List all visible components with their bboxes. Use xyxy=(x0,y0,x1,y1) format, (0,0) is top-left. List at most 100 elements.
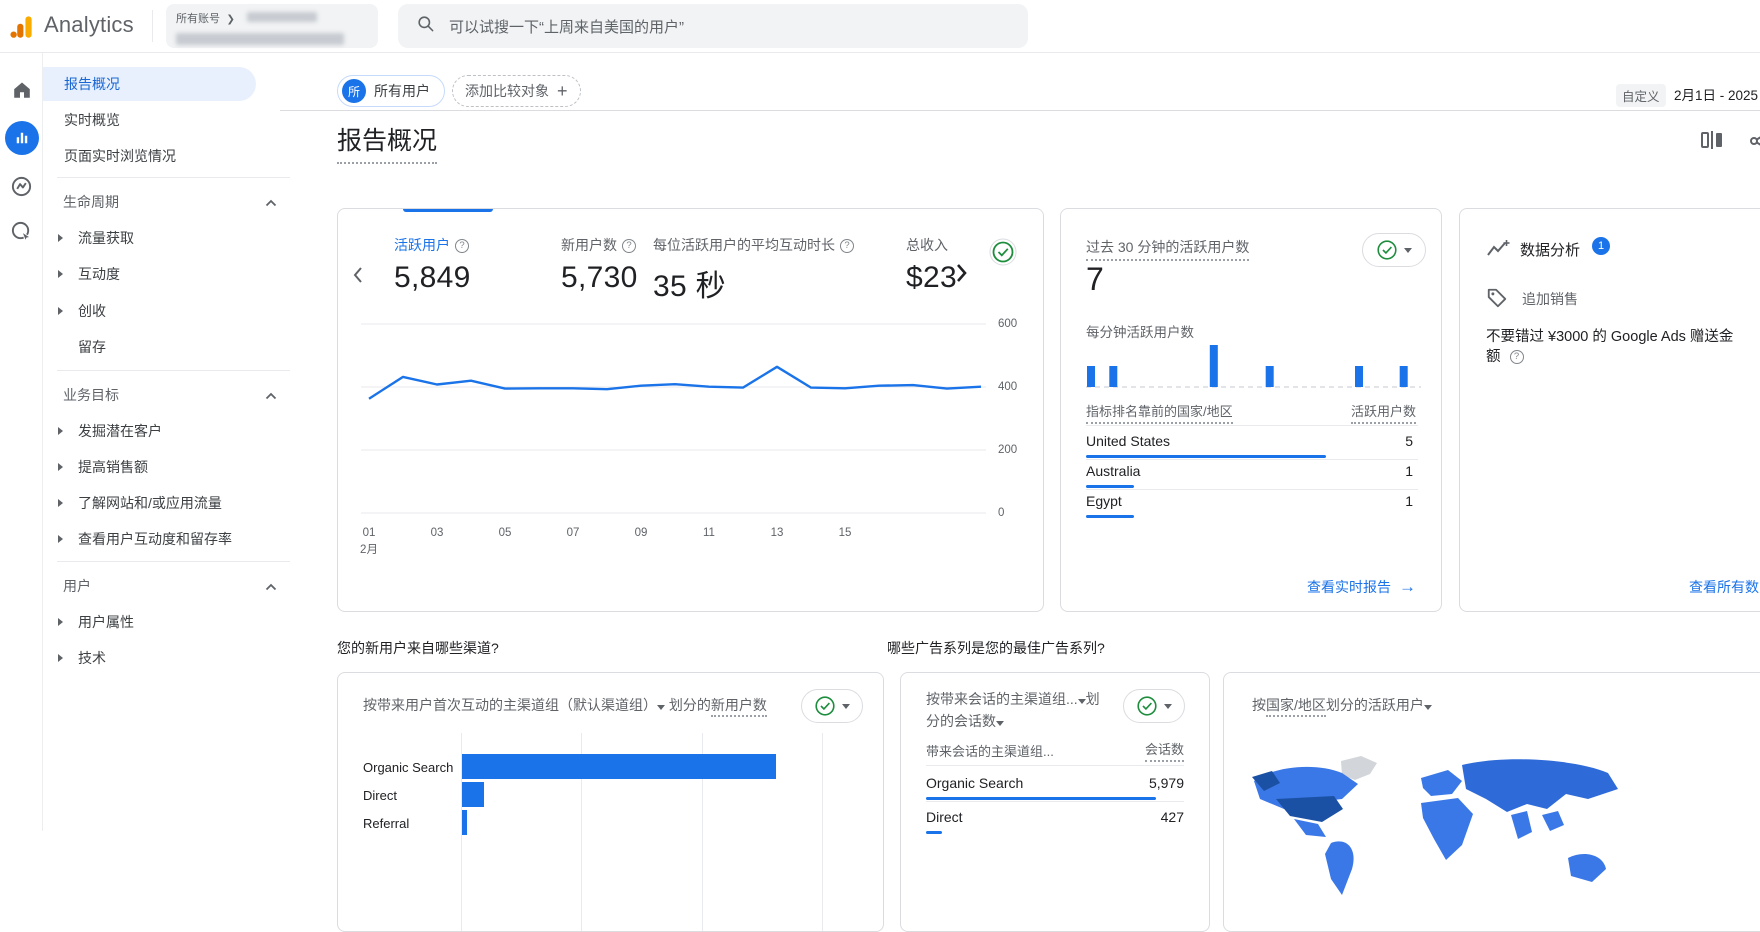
channel-bar-label: Referral xyxy=(363,816,409,831)
reports-sidebar: 报告概况 实时概览 页面实时浏览情况 生命周期 流量获取 互动度 创收 留存 业… xyxy=(43,53,280,831)
sessions-col2-header[interactable]: 会话数 xyxy=(1145,739,1184,762)
realtime-country-bar xyxy=(1086,515,1134,518)
metric-value: $23 xyxy=(906,261,957,295)
tag-icon xyxy=(1486,287,1508,314)
sidebar-item-label: 互动度 xyxy=(78,264,120,284)
channels-title-prefix: 按带来用户首次互动的主渠道组（默认渠道组） xyxy=(363,697,657,713)
date-range-mode-badge[interactable]: 自定义 xyxy=(1616,84,1666,107)
data-quality-check-icon[interactable] xyxy=(988,237,1018,272)
search-input[interactable]: 可以试搜一下“上周来自美国的用户” xyxy=(398,4,1028,48)
chevron-down-icon[interactable] xyxy=(1078,699,1086,704)
comparison-panel-icon[interactable] xyxy=(1700,129,1726,155)
y-axis-tick: 200 xyxy=(998,444,1017,456)
active-metric-tab-indicator xyxy=(403,209,493,212)
map-title-geo[interactable]: 国家/地区 xyxy=(1266,697,1326,717)
app-header: Analytics 所有账号 ❯ 可以试搜一下“上周来自美国的用户” xyxy=(0,0,1760,53)
carousel-next-chevron-icon[interactable] xyxy=(954,261,968,290)
sidebar-section-lifecycle[interactable]: 生命周期 xyxy=(43,186,256,218)
sidebar-item-tech[interactable]: 技术 xyxy=(43,642,256,674)
sidebar-item-retention[interactable]: 留存 xyxy=(43,331,256,363)
chevron-down-icon xyxy=(842,704,850,709)
chevron-down-icon[interactable] xyxy=(996,721,1004,726)
sessions-title-line1: 按带来会话的主渠道组... xyxy=(926,691,1078,707)
sidebar-item-engagement[interactable]: 互动度 xyxy=(43,258,256,290)
share-icon[interactable] xyxy=(1748,129,1760,155)
metric-tab-active-users[interactable]: 活跃用户? 5,849 xyxy=(394,235,471,295)
view-realtime-report-link[interactable]: 查看实时报告 → xyxy=(1307,577,1416,597)
channels-title-mid: 划分的 xyxy=(669,697,711,713)
session-channel-value: 427 xyxy=(1161,809,1184,825)
realtime-country-value: 1 xyxy=(1405,463,1413,479)
metric-tab-new-users[interactable]: 新用户数? 5,730 xyxy=(561,235,638,295)
sidebar-section-user[interactable]: 用户 xyxy=(43,570,256,602)
toolbar-divider xyxy=(280,110,1760,111)
account-picker[interactable]: 所有账号 ❯ xyxy=(166,4,378,48)
sidebar-item-label: 报告概况 xyxy=(64,74,120,94)
realtime-country-value: 5 xyxy=(1405,433,1413,449)
sidebar-section-label: 用户 xyxy=(63,576,91,596)
date-range-picker[interactable]: 2月1日 - 2025 xyxy=(1674,84,1758,104)
realtime-country-bar xyxy=(1086,485,1134,488)
sidebar-section-business-objectives[interactable]: 业务目标 xyxy=(43,379,256,411)
users-per-minute-bar-chart xyxy=(1086,339,1421,393)
google-analytics-logo-icon[interactable] xyxy=(8,13,35,45)
x-axis-tick: 09 xyxy=(629,527,653,539)
world-map xyxy=(1246,753,1646,932)
audience-comparison-chip[interactable]: 所 所有用户 xyxy=(337,75,445,107)
collapse-chevron-icon xyxy=(265,194,277,210)
realtime-country-name: Egypt xyxy=(1086,493,1122,509)
sidebar-item-acquisition[interactable]: 流量获取 xyxy=(43,222,256,254)
add-comparison-chip[interactable]: 添加比较对象 + xyxy=(452,75,581,107)
sidebar-item-realtime-pages[interactable]: 页面实时浏览情况 xyxy=(43,139,256,173)
search-icon xyxy=(416,14,435,38)
metric-tab-avg-engagement-time[interactable]: 每位活跃用户的平均互动时长? 35 秒 xyxy=(653,235,854,305)
chevron-down-icon[interactable] xyxy=(1424,705,1432,710)
y-axis-tick: 0 xyxy=(998,507,1004,519)
map-title-pre: 按 xyxy=(1252,697,1266,713)
metric-tab-total-revenue[interactable]: 总收入 $23 xyxy=(906,235,957,295)
collapse-chevron-icon xyxy=(265,387,277,403)
active-users-by-country-card: 按国家/地区划分的活跃用户 国家/地区 United States German… xyxy=(1223,672,1760,932)
advertising-nav-icon[interactable] xyxy=(0,213,43,249)
account-picker-chevron-icon: ❯ xyxy=(226,14,234,25)
expand-arrow-icon xyxy=(58,618,63,626)
carousel-prev-chevron-icon[interactable] xyxy=(352,265,364,290)
sidebar-item-monetization[interactable]: 创收 xyxy=(43,295,256,327)
sidebar-item-realtime-overview[interactable]: 实时概览 xyxy=(43,103,256,137)
sidebar-item-engagement-retention[interactable]: 查看用户互动度和留存率 xyxy=(43,523,256,555)
sidebar-item-drive-sales[interactable]: 提高销售额 xyxy=(43,451,256,483)
sidebar-item-understand-traffic[interactable]: 了解网站和/或应用流量 xyxy=(43,487,256,519)
session-channel-name: Direct xyxy=(926,809,963,825)
metric-label: 活跃用户 xyxy=(394,237,450,253)
home-nav-icon[interactable] xyxy=(0,72,43,108)
sidebar-item-generate-leads[interactable]: 发掘潜在客户 xyxy=(43,415,256,447)
channels-quality-dropdown[interactable] xyxy=(801,689,863,723)
sidebar-item-reports-snapshot[interactable]: 报告概况 xyxy=(43,67,256,101)
insight-message[interactable]: 不要错过 ¥3000 的 Google Ads 赠送金额 ? xyxy=(1486,327,1744,368)
sessions-quality-dropdown[interactable] xyxy=(1123,689,1185,723)
expand-arrow-icon xyxy=(58,270,63,278)
channels-title-metric[interactable]: 新用户数 xyxy=(711,697,767,717)
main-content: 所 所有用户 添加比较对象 + 自定义 2月1日 - 2025 报告概况 活跃用… xyxy=(280,53,1760,831)
question-channels: 您的新用户来自哪些渠道? xyxy=(337,638,499,658)
x-axis-tick: 03 xyxy=(425,527,449,539)
reports-nav-icon[interactable] xyxy=(0,120,43,156)
explore-nav-icon[interactable] xyxy=(0,168,43,204)
sessions-title-line2: 分的会话数 xyxy=(926,713,996,729)
collapse-chevron-icon xyxy=(265,578,277,594)
sidebar-item-label: 流量获取 xyxy=(78,228,134,248)
realtime-table-value-header[interactable]: 活跃用户数 xyxy=(1351,401,1416,424)
realtime-card-title[interactable]: 过去 30 分钟的活跃用户数 xyxy=(1086,237,1249,261)
chevron-down-icon xyxy=(1164,704,1172,709)
redacted-account-name xyxy=(247,12,317,22)
sidebar-item-label: 提高销售额 xyxy=(78,457,148,477)
view-all-insights-link[interactable]: 查看所有数 xyxy=(1689,577,1759,597)
chevron-down-icon[interactable] xyxy=(657,705,665,710)
expand-arrow-icon xyxy=(58,463,63,471)
realtime-table-country-header[interactable]: 指标排名靠前的国家/地区 xyxy=(1086,401,1233,424)
realtime-country-bar xyxy=(1086,455,1326,458)
x-axis-tick: 01 xyxy=(357,527,381,539)
x-axis-tick: 11 xyxy=(697,527,721,539)
sidebar-item-user-attributes[interactable]: 用户属性 xyxy=(43,606,256,638)
realtime-quality-dropdown[interactable] xyxy=(1362,233,1426,267)
